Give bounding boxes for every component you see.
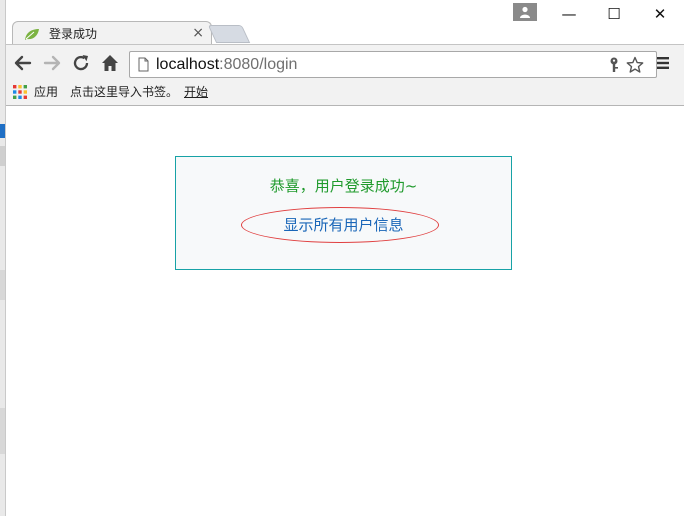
login-success-panel: 恭喜，用户登录成功~ 显示所有用户信息 — [175, 156, 512, 270]
home-icon[interactable] — [100, 53, 120, 73]
browser-toolbar: localhost:8080/login — [6, 44, 684, 80]
star-icon[interactable] — [626, 56, 644, 74]
new-tab-button[interactable] — [207, 25, 251, 43]
background-window-fragment — [0, 408, 5, 454]
profile-icon[interactable] — [513, 3, 537, 21]
spring-leaf-icon — [25, 29, 39, 40]
show-all-users-link[interactable]: 显示所有用户信息 — [176, 214, 511, 236]
address-bar[interactable]: localhost:8080/login — [129, 51, 657, 78]
tab-active[interactable]: 登录成功 × — [12, 21, 212, 46]
minimize-button[interactable]: — — [549, 4, 589, 24]
menu-icon[interactable] — [656, 55, 670, 71]
maximize-button[interactable]: ☐ — [594, 4, 634, 24]
browser-window: 登录成功 × — ☐ ✕ localhost:8080/login 应用 点击这… — [6, 0, 684, 516]
background-window-fragment — [0, 124, 5, 138]
import-bookmarks-link[interactable]: 点击这里导入书签。 — [70, 84, 178, 100]
url-text[interactable]: localhost:8080/login — [156, 55, 297, 75]
apps-bookmark[interactable]: 应用 — [34, 84, 58, 100]
success-message: 恭喜，用户登录成功~ — [269, 177, 418, 195]
close-window-button[interactable]: ✕ — [640, 4, 680, 24]
tab-title: 登录成功 — [49, 27, 98, 41]
page-icon — [138, 57, 149, 72]
url-path: :8080/login — [219, 56, 298, 73]
back-icon[interactable] — [13, 53, 33, 73]
tab-close-icon[interactable]: × — [192, 25, 204, 41]
background-window-fragment — [0, 146, 5, 166]
key-icon[interactable] — [608, 57, 620, 73]
bookmarks-bar: 应用 点击这里导入书签。 开始 — [6, 80, 684, 106]
page-content: 恭喜，用户登录成功~ 显示所有用户信息 — [6, 106, 684, 516]
title-bar[interactable]: 登录成功 × — ☐ ✕ — [6, 0, 684, 46]
start-link[interactable]: 开始 — [184, 84, 208, 100]
background-window-fragment — [0, 270, 5, 300]
forward-icon[interactable] — [42, 53, 62, 73]
apps-icon[interactable] — [13, 85, 27, 99]
person-icon — [520, 6, 530, 18]
url-host: localhost — [156, 56, 220, 73]
reload-icon[interactable] — [71, 53, 91, 73]
